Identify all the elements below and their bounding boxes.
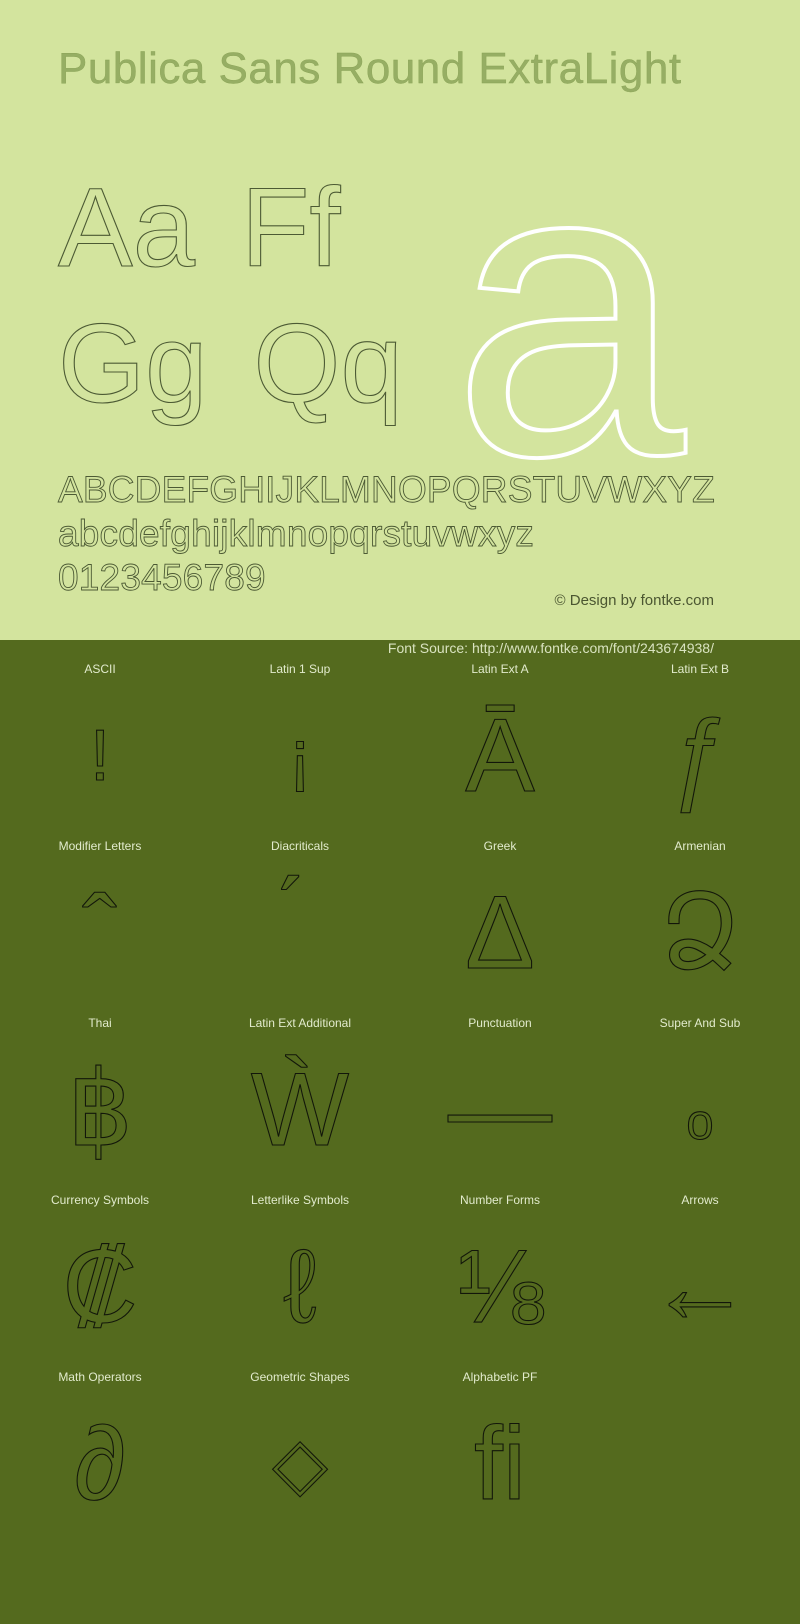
coverage-cell-armenian[interactable]: Armenian Ձ [600, 837, 800, 1014]
coverage-cell-currency-symbols[interactable]: Currency Symbols ₡ [0, 1191, 200, 1368]
letter-pair-Gg: Gg [57, 301, 208, 426]
coverage-row: ASCII! Latin 1 Sup ¡ Latin Ext A Ā Latin Ext … [0, 660, 800, 837]
coverage-cell-glyph: Δ [465, 875, 536, 991]
letter-pair-row-1: Aa Ff [57, 171, 341, 284]
coverage-cell-glyph [600, 1384, 800, 1544]
coverage-cell-glyph: ﬁ [473, 1406, 526, 1522]
coverage-cell-glyph: ₡ [62, 1229, 138, 1345]
font-source-link[interactable]: Font Source: http://www.fontke.com/font/… [388, 640, 714, 656]
coverage-cell-latin-1-sup[interactable]: Latin 1 Sup ¡ [200, 660, 400, 837]
coverage-cell-glyph: Ձ [660, 875, 741, 991]
coverage-cell-glyph: ← [647, 1229, 752, 1345]
uppercase-alphabet: ABCDEFGHIJKLMNOPQRSTUVWXYZ [58, 469, 716, 511]
coverage-cell-glyph: ¡ [287, 716, 312, 796]
letter-pair-row-2: Gg Qq [57, 307, 403, 420]
coverage-cell-glyph: ◇ [272, 1424, 328, 1504]
coverage-row: Thai ฿ Latin Ext Additional Ẁ Punctuation — Su… [0, 1014, 800, 1191]
coverage-cell-diacriticals[interactable]: Diacriticalś [200, 837, 400, 1014]
alphabet-block: ABCDEFGHIJKLMNOPQRSTUVWXYZ abcdefghijklm… [58, 468, 716, 600]
coverage-cell-glyph: ́ [200, 853, 400, 1013]
coverage-cell-math-operators[interactable]: Math Operators ∂ [0, 1368, 200, 1545]
coverage-cell-modifier-letters[interactable]: Modifier Letters ˆ [0, 837, 200, 1014]
coverage-cell-geometric-shapes[interactable]: Geometric Shapes ◇ [200, 1368, 400, 1545]
coverage-panel: Font Source: http://www.fontke.com/font/… [0, 640, 800, 1624]
letter-pair-Qq: Qq [253, 301, 404, 426]
letter-pair-Aa: Aa [57, 165, 195, 290]
coverage-cell-glyph: ₒ [686, 1070, 714, 1150]
lowercase-alphabet: abcdefghijklmnopqrstuvwxyz [58, 513, 535, 555]
unicode-coverage-grid: ASCII! Latin 1 Sup ¡ Latin Ext A Ā Latin Ext … [0, 660, 800, 1545]
letter-pair-Ff: Ff [240, 165, 341, 290]
coverage-row: Modifier LettersˆDiacriticalśGreekΔArme… [0, 837, 800, 1014]
coverage-cell-glyph: ∂ [74, 1406, 126, 1522]
coverage-cell-glyph: ! [89, 716, 110, 796]
coverage-cell-thai[interactable]: Thai ฿ [0, 1014, 200, 1191]
coverage-cell-glyph: — [447, 1052, 552, 1168]
coverage-cell-punctuation[interactable]: Punctuation — [400, 1014, 600, 1191]
coverage-cell-greek[interactable]: Greek Δ [400, 837, 600, 1014]
coverage-row: Currency Symbols ₡ Letterlike Symbols ℓ Numb… [0, 1191, 800, 1368]
preview-panel: Publica Sans Round ExtraLight Aa Ff Gg Qq … [0, 0, 800, 640]
coverage-cell-glyph: Ẁ [250, 1052, 350, 1168]
giant-showcase-glyph: a [450, 75, 688, 544]
coverage-cell-letterlike-symbols[interactable]: Letterlike Symbols ℓ [200, 1191, 400, 1368]
coverage-cell-empty[interactable] [600, 1368, 800, 1545]
coverage-cell-ascii[interactable]: ASCII! [0, 660, 200, 837]
coverage-cell-number-forms[interactable]: Number Forms ⅛ [400, 1191, 600, 1368]
coverage-cell-glyph: Ā [465, 698, 535, 814]
coverage-cell-glyph: ⅛ [456, 1229, 544, 1345]
font-specimen-page: Publica Sans Round ExtraLight Aa Ff Gg Qq … [0, 0, 800, 1624]
coverage-cell-alphabetic-pf[interactable]: Alphabetic PF ﬁ [400, 1368, 600, 1545]
coverage-cell-glyph: ℓ [283, 1229, 318, 1345]
coverage-cell-glyph: ฿ [66, 1052, 134, 1168]
copyright-text: © Design by fontke.com [554, 592, 714, 609]
coverage-cell-latin-ext-b[interactable]: Latin Ext Bƒ [600, 660, 800, 837]
coverage-cell-latin-ext-a[interactable]: Latin Ext AĀ [400, 660, 600, 837]
coverage-cell-glyph: ƒ [671, 698, 730, 814]
coverage-row: Math Operators ∂ Geometric Shapes ◇ Alphabet… [0, 1368, 800, 1545]
coverage-cell-latin-ext-additional[interactable]: Latin Ext Additional Ẁ [200, 1014, 400, 1191]
coverage-cell-glyph: ˆ [82, 875, 118, 991]
coverage-cell-arrows[interactable]: Arrows ← [600, 1191, 800, 1368]
coverage-cell-super-and-sub[interactable]: Super And Sub ₒ [600, 1014, 800, 1191]
